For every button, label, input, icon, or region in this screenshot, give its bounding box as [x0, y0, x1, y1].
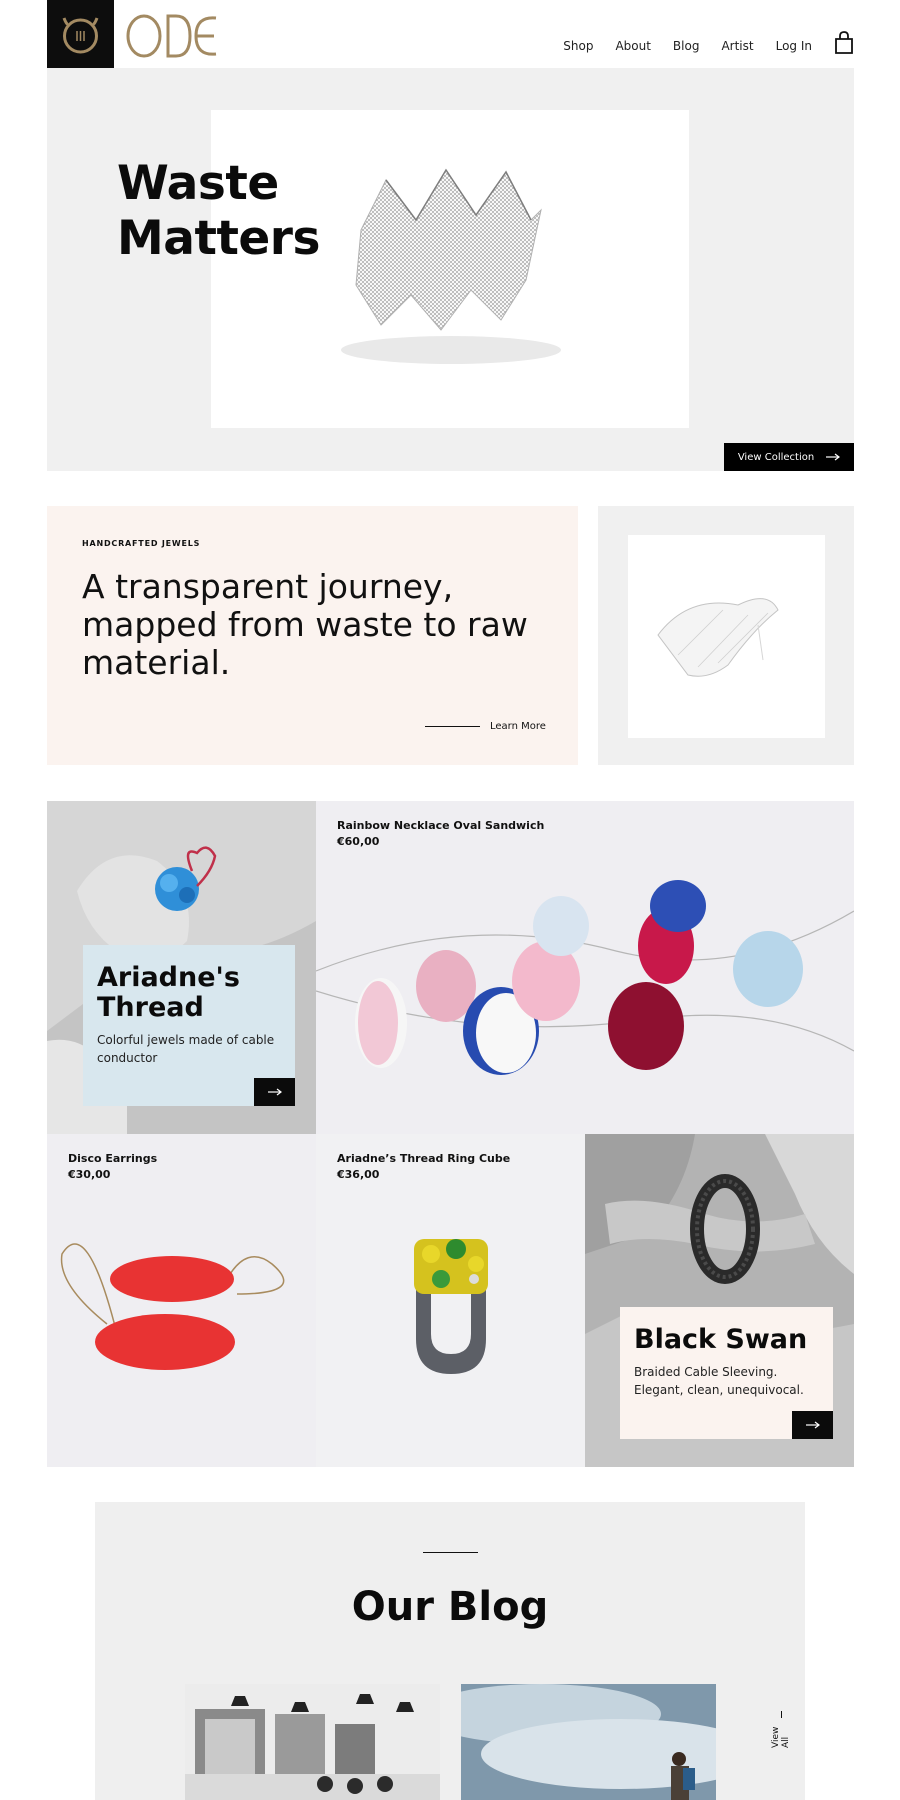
intro-eyebrow: HANDCRAFTED JEWELS: [82, 539, 201, 548]
product-grid: Ariadne's Thread Colorful jewels made of…: [47, 801, 854, 1467]
hero-banner: Waste Matters View Collection: [47, 68, 854, 471]
product-tile-disco-earrings[interactable]: Disco Earrings €30,00: [47, 1134, 316, 1467]
product-price: €60,00: [337, 835, 380, 848]
disco-earrings-photo: [47, 1134, 316, 1467]
view-all-label: View All: [771, 1726, 791, 1748]
arrow-right-icon: [805, 1421, 820, 1429]
product-name: Rainbow Necklace Oval Sandwich: [337, 819, 545, 832]
blog-post-image-sky[interactable]: [461, 1684, 716, 1800]
product-tile-ring-cube[interactable]: Ariadne’s Thread Ring Cube €36,00: [316, 1134, 585, 1467]
logo-mark[interactable]: [47, 0, 114, 68]
ariadne-arrow-button[interactable]: [254, 1078, 295, 1106]
product-price: €30,00: [68, 1168, 111, 1181]
blog-title: Our Blog: [351, 1584, 549, 1630]
view-collection-button[interactable]: View Collection: [724, 443, 854, 471]
hero-title-line1: Waste: [117, 156, 279, 211]
ariadne-promo-text: Colorful jewels made of cable conductor: [97, 1033, 275, 1065]
product-name: Disco Earrings: [68, 1152, 158, 1165]
nav-shop[interactable]: Shop: [563, 39, 593, 53]
black-swan-promo-card: Black Swan Braided Cable Sleeving. Elega…: [620, 1307, 833, 1439]
learn-more-label: Learn More: [490, 721, 546, 732]
intro-panel: HANDCRAFTED JEWELS A transparent journey…: [47, 506, 578, 765]
blog-post-image-office[interactable]: [185, 1684, 440, 1800]
view-collection-label: View Collection: [737, 451, 815, 463]
office-photo: [185, 1684, 440, 1800]
blog-section: Our Blog View All: [95, 1502, 805, 1800]
main-nav: Shop About Blog Artist Log In: [541, 31, 854, 58]
arrow-right-icon: [826, 453, 841, 461]
site-header: Shop About Blog Artist Log In: [0, 0, 900, 68]
product-tile-rainbow-necklace[interactable]: Rainbow Necklace Oval Sandwich €60,00: [316, 801, 854, 1134]
product-label-rainbow: Rainbow Necklace Oval Sandwich €60,00: [337, 818, 544, 850]
ariadne-promo-title: Ariadne's Thread: [97, 962, 240, 1023]
product-price: €36,00: [337, 1168, 380, 1181]
learn-more-line: [425, 726, 480, 727]
nav-blog[interactable]: Blog: [673, 39, 700, 53]
nav-login[interactable]: Log In: [776, 39, 812, 53]
arrow-right-icon: [267, 1088, 282, 1096]
intro-side-panel: [598, 506, 854, 765]
mesh-sculpture-graphic: [657, 598, 779, 677]
blog-divider: [423, 1552, 478, 1553]
product-label-ring-cube: Ariadne’s Thread Ring Cube €36,00: [337, 1151, 510, 1183]
product-name: Ariadne’s Thread Ring Cube: [337, 1152, 511, 1165]
ariadne-promo-tile[interactable]: Ariadne's Thread Colorful jewels made of…: [47, 801, 316, 1134]
ariadne-promo-card: Ariadne's Thread Colorful jewels made of…: [83, 945, 295, 1106]
intro-headline: A transparent journey, mapped from waste…: [82, 567, 528, 682]
lyre-icon: [62, 17, 99, 54]
view-all-link[interactable]: View All: [771, 1710, 791, 1748]
ode-wordmark-logo: [126, 14, 217, 58]
nav-about[interactable]: About: [615, 39, 650, 53]
view-all-line: [780, 1710, 782, 1718]
black-swan-arrow-button[interactable]: [792, 1411, 833, 1439]
hero-title-line2: Matters: [117, 211, 320, 266]
nav-artist[interactable]: Artist: [721, 39, 753, 53]
ring-cube-photo: [316, 1134, 585, 1467]
brand-wordmark[interactable]: [124, 12, 219, 60]
shopping-bag-icon[interactable]: [834, 31, 854, 55]
hero-title: Waste Matters: [117, 156, 320, 266]
hiker-sky-photo: [461, 1684, 716, 1800]
black-swan-promo-title: Black Swan: [634, 1324, 808, 1355]
product-label-disco: Disco Earrings €30,00: [68, 1151, 157, 1183]
rainbow-necklace-photo: [316, 801, 854, 1134]
mesh-sculpture-image: [628, 535, 825, 738]
black-swan-promo-text: Braided Cable Sleeving. Elegant, clean, …: [634, 1365, 804, 1397]
black-swan-promo-tile[interactable]: Black Swan Braided Cable Sleeving. Elega…: [585, 1134, 854, 1467]
learn-more-link[interactable]: Learn More: [425, 721, 546, 732]
